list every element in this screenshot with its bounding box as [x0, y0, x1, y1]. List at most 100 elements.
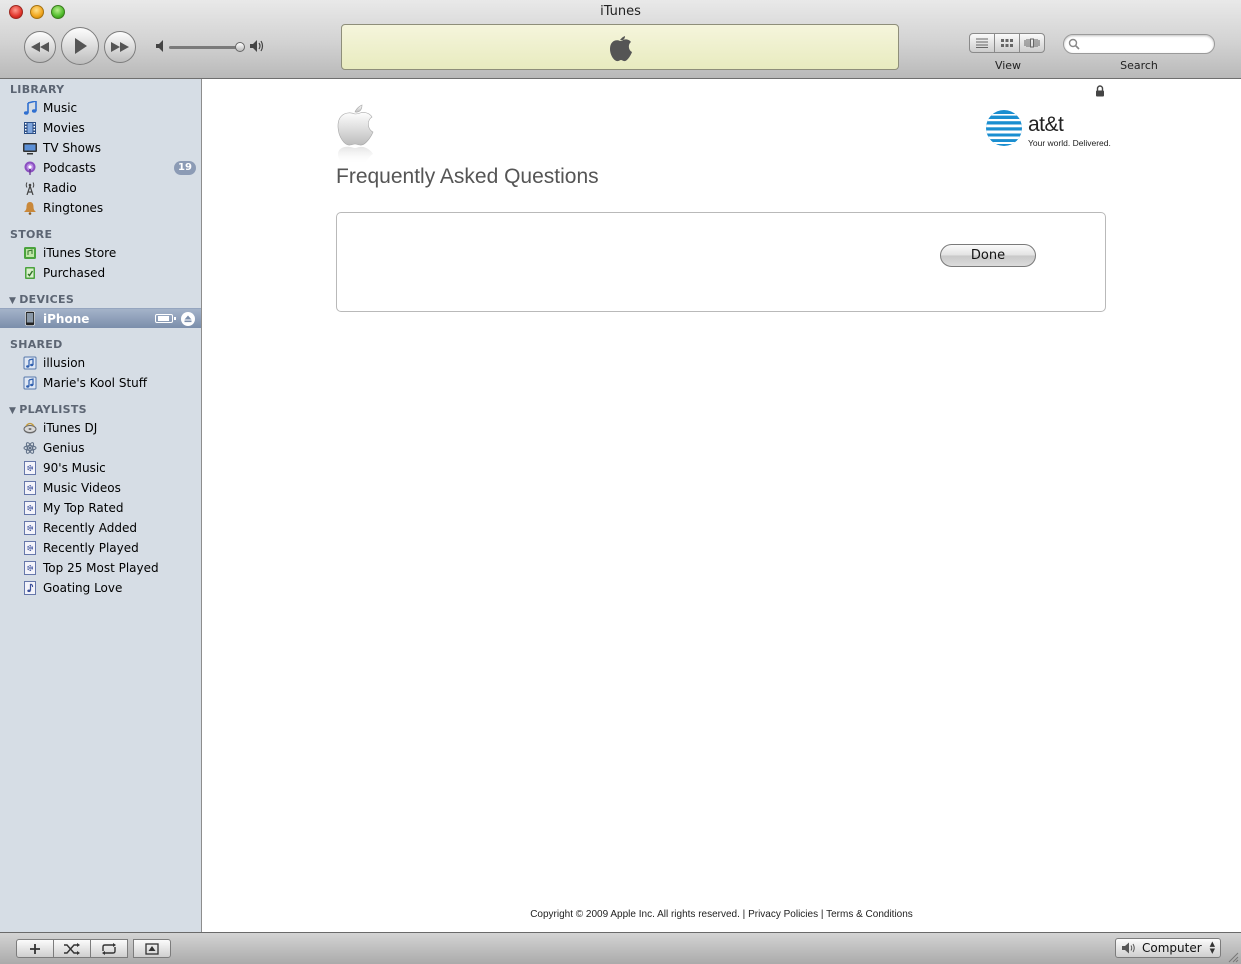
sidebar-item-label: illusion — [43, 356, 86, 370]
sidebar-item-label: TV Shows — [43, 141, 101, 155]
apple-logo-icon — [610, 36, 632, 62]
sidebar-item-iphone[interactable]: iPhone — [0, 308, 201, 328]
sidebar-item-goating-love[interactable]: Goating Love — [0, 578, 201, 598]
cover-flow-view-button[interactable] — [1019, 33, 1045, 53]
cover-flow-icon — [1024, 38, 1040, 48]
sidebar-item-label: Recently Played — [43, 541, 139, 555]
bell-icon — [22, 200, 38, 216]
play-button[interactable] — [61, 27, 99, 65]
secure-lock-icon — [1096, 85, 1104, 97]
search-input[interactable] — [1063, 34, 1215, 54]
speakers-dropdown-value: Computer — [1142, 941, 1202, 955]
dropdown-arrows-icon: ▲ ▼ — [1209, 940, 1215, 955]
plus-icon — [30, 943, 40, 954]
shared-library-icon — [22, 375, 38, 391]
disclosure-triangle-icon[interactable]: ▼ — [9, 406, 16, 416]
volume-slider[interactable] — [169, 46, 243, 49]
privacy-policies-link[interactable]: Privacy Policies — [748, 909, 818, 920]
volume-low-icon — [156, 40, 163, 52]
sidebar-header-devices[interactable]: ▼ DEVICES — [9, 293, 74, 306]
next-track-button[interactable] — [104, 31, 136, 63]
eject-icon[interactable] — [181, 312, 195, 326]
faq-panel: Done — [336, 212, 1106, 312]
sidebar-item-top-25-most-played[interactable]: Top 25 Most Played — [0, 558, 201, 578]
shuffle-button[interactable] — [53, 939, 91, 958]
sidebar-item-label: Ringtones — [43, 201, 104, 215]
sidebar-item-my-top-rated[interactable]: My Top Rated — [0, 498, 201, 518]
att-globe-icon — [986, 110, 1022, 146]
status-display — [341, 24, 899, 70]
store-icon — [22, 245, 38, 261]
music-note-icon — [22, 100, 38, 116]
sidebar: LIBRARY Music Movies TV Shows Podcasts 1… — [0, 79, 202, 932]
sidebar-item-label: Marie's Kool Stuff — [43, 376, 148, 390]
copyright-text: Copyright © 2009 Apple Inc. All rights r… — [530, 909, 740, 920]
disclosure-triangle-icon[interactable]: ▼ — [9, 296, 16, 306]
sidebar-item-label: Movies — [43, 121, 85, 135]
list-view-icon — [976, 38, 988, 48]
sidebar-item-tv-shows[interactable]: TV Shows — [0, 138, 201, 158]
sidebar-header-playlists[interactable]: ▼ PLAYLISTS — [9, 403, 87, 416]
terms-conditions-link[interactable]: Terms & Conditions — [826, 909, 913, 920]
sidebar-header-shared: SHARED — [10, 338, 63, 351]
smart-playlist-icon — [22, 500, 38, 516]
smart-playlist-icon — [22, 480, 38, 496]
volume-high-icon — [250, 40, 264, 52]
footer-separator: | — [742, 909, 746, 920]
shuffle-icon — [64, 942, 80, 955]
list-view-button[interactable] — [969, 33, 995, 53]
sidebar-item-label: Podcasts — [43, 161, 96, 175]
sidebar-item-90s-music[interactable]: 90's Music — [0, 458, 201, 478]
battery-icon — [155, 314, 176, 323]
grid-view-button[interactable] — [994, 33, 1020, 53]
speakers-dropdown[interactable]: Computer ▲ ▼ — [1115, 938, 1221, 958]
iphone-icon — [22, 311, 38, 327]
page-title: Frequently Asked Questions — [336, 165, 599, 188]
sidebar-item-label: iTunes Store — [43, 246, 117, 260]
sidebar-item-label: Genius — [43, 441, 85, 455]
sidebar-item-label: Top 25 Most Played — [43, 561, 159, 575]
sidebar-item-purchased[interactable]: Purchased — [0, 263, 201, 283]
toolbar: iTunes View Search — [0, 0, 1241, 79]
genius-icon — [22, 440, 38, 456]
att-wordmark: at&t — [1028, 113, 1064, 136]
view-switcher — [969, 33, 1045, 53]
bottom-bar: Computer ▲ ▼ — [0, 932, 1241, 964]
shared-library-icon — [22, 355, 38, 371]
sidebar-item-label: Music Videos — [43, 481, 121, 495]
smart-playlist-icon — [22, 540, 38, 556]
sidebar-item-label: Recently Added — [43, 521, 137, 535]
sidebar-item-radio[interactable]: Radio — [0, 178, 201, 198]
sidebar-item-illusion[interactable]: illusion — [0, 353, 201, 373]
sidebar-item-music-videos[interactable]: Music Videos — [0, 478, 201, 498]
sidebar-item-music[interactable]: Music — [0, 98, 201, 118]
sidebar-item-recently-played[interactable]: Recently Played — [0, 538, 201, 558]
add-playlist-button[interactable] — [16, 939, 54, 958]
resize-grip-icon[interactable] — [1228, 952, 1239, 963]
previous-track-button[interactable] — [24, 31, 56, 63]
sidebar-item-itunes-dj[interactable]: iTunes DJ — [0, 418, 201, 438]
rewind-icon — [31, 42, 49, 52]
dj-icon — [22, 420, 38, 436]
sidebar-item-podcasts[interactable]: Podcasts 19 — [0, 158, 201, 178]
sidebar-item-maries-kool-stuff[interactable]: Marie's Kool Stuff — [0, 373, 201, 393]
volume-slider-knob[interactable] — [235, 42, 245, 52]
sidebar-item-genius[interactable]: Genius — [0, 438, 201, 458]
search-label: Search — [1120, 59, 1158, 72]
itunes-window: iTunes View Search LIBRARY Music Movies … — [0, 0, 1241, 964]
window-title: iTunes — [600, 4, 641, 19]
search-icon — [1068, 38, 1080, 50]
sidebar-header-library: LIBRARY — [10, 83, 65, 96]
repeat-button[interactable] — [90, 939, 128, 958]
radio-antenna-icon — [22, 180, 38, 196]
speaker-icon — [1122, 942, 1136, 954]
smart-playlist-icon — [22, 520, 38, 536]
sidebar-item-ringtones[interactable]: Ringtones — [0, 198, 201, 218]
done-button[interactable]: Done — [940, 244, 1036, 267]
sidebar-item-movies[interactable]: Movies — [0, 118, 201, 138]
sidebar-item-recently-added[interactable]: Recently Added — [0, 518, 201, 538]
sidebar-item-itunes-store[interactable]: iTunes Store — [0, 243, 201, 263]
playlist-icon — [22, 580, 38, 596]
show-artwork-button[interactable] — [133, 939, 171, 958]
fast-forward-icon — [111, 42, 129, 52]
